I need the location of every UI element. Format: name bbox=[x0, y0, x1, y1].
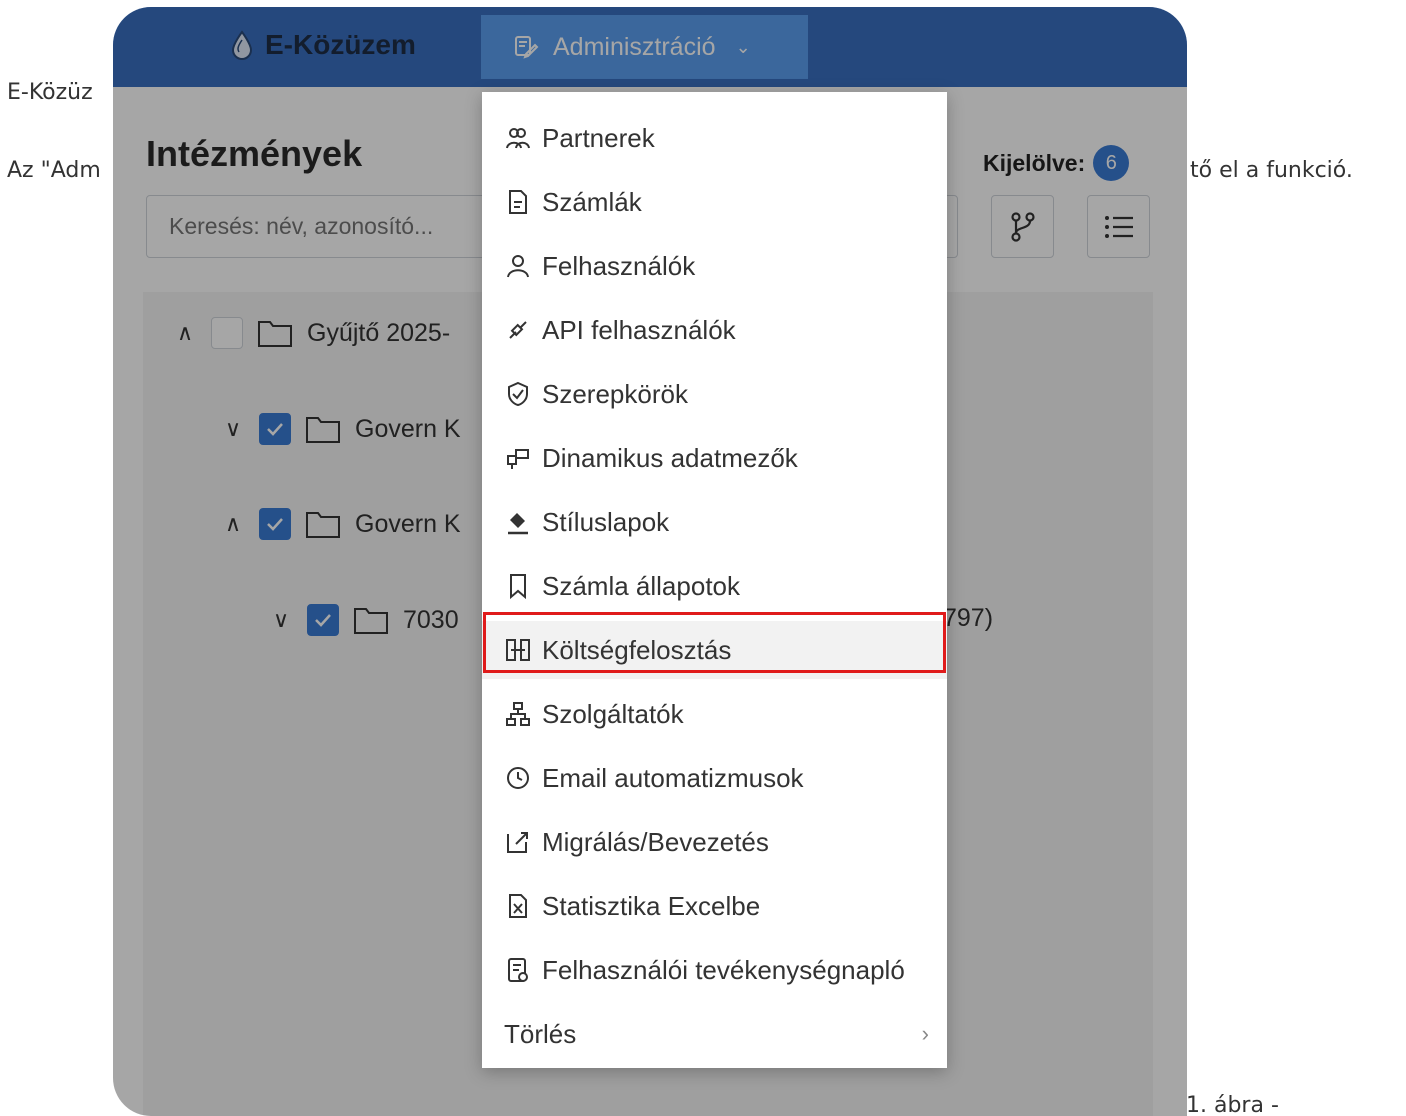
menu-item-label: Partnerek bbox=[542, 122, 655, 153]
sitemap-icon bbox=[504, 700, 532, 728]
menu-item-label: Szolgáltatók bbox=[542, 698, 684, 729]
partners-icon bbox=[504, 124, 532, 152]
menu-item-label: Statisztika Excelbe bbox=[542, 890, 761, 921]
menu-item[interactable]: Törlés › bbox=[482, 1005, 947, 1063]
menu-item-label: API felhasználók bbox=[542, 314, 736, 345]
menu-item[interactable]: Dinamikus adatmezők bbox=[482, 429, 947, 487]
chevron-right-icon: › bbox=[921, 1021, 929, 1046]
dynamic-fields-icon bbox=[504, 444, 532, 472]
admin-dropdown-menu: Partnerek Számlák Felhasználók API felhaszn… bbox=[482, 92, 947, 1068]
highlight-box bbox=[483, 612, 946, 673]
menu-item-label: Számla állapotok bbox=[542, 570, 740, 601]
menu-item-label: Felhasználói tevékenységnapló bbox=[542, 954, 905, 985]
menu-item-label: Email automatizmusok bbox=[542, 762, 804, 793]
menu-item-label: Felhasználók bbox=[542, 250, 696, 281]
excel-file-icon bbox=[504, 892, 532, 920]
figure-caption: 1. ábra - bbox=[1186, 1093, 1279, 1116]
menu-item[interactable]: Stíluslapok bbox=[482, 493, 947, 551]
migrate-icon bbox=[504, 828, 532, 856]
menu-item[interactable]: Email automatizmusok bbox=[482, 749, 947, 807]
doc-text-line2-start: Az "Adm bbox=[7, 158, 101, 183]
menu-item-label: Dinamikus adatmezők bbox=[542, 442, 798, 473]
doc-text-line2-end: tő el a funkció. bbox=[1190, 158, 1353, 183]
menu-item-label: Migrálás/Bevezetés bbox=[542, 826, 769, 857]
menu-item[interactable]: Statisztika Excelbe bbox=[482, 877, 947, 935]
menu-item[interactable]: Számla állapotok bbox=[482, 557, 947, 615]
menu-item[interactable]: Felhasználói tevékenységnapló bbox=[482, 941, 947, 999]
bookmark-icon bbox=[504, 572, 532, 600]
invoice-icon bbox=[504, 188, 532, 216]
clock-cog-icon bbox=[504, 764, 532, 792]
api-link-icon bbox=[504, 316, 532, 344]
app-screenshot: E-Közüzem Adminisztráció ⌄ Intézmények K… bbox=[113, 7, 1187, 1116]
menu-item[interactable]: API felhasználók bbox=[482, 301, 947, 359]
menu-item[interactable]: Partnerek bbox=[482, 109, 947, 167]
menu-item-label: Számlák bbox=[542, 186, 642, 217]
menu-item[interactable]: Szerepkörök bbox=[482, 365, 947, 423]
shield-check-icon bbox=[504, 380, 532, 408]
menu-item-label: Szerepkörök bbox=[542, 378, 688, 409]
menu-item-label: Stíluslapok bbox=[542, 506, 670, 537]
doc-text-line1: E-Közüz bbox=[7, 80, 93, 105]
activity-log-icon bbox=[504, 956, 532, 984]
menu-item[interactable]: Migrálás/Bevezetés bbox=[482, 813, 947, 871]
menu-item[interactable]: Szolgáltatók bbox=[482, 685, 947, 743]
menu-item[interactable]: Felhasználók bbox=[482, 237, 947, 295]
menu-item-label: Törlés bbox=[504, 1018, 577, 1049]
paint-bucket-icon bbox=[504, 508, 532, 536]
menu-item[interactable]: Számlák bbox=[482, 173, 947, 231]
user-icon bbox=[504, 252, 532, 280]
